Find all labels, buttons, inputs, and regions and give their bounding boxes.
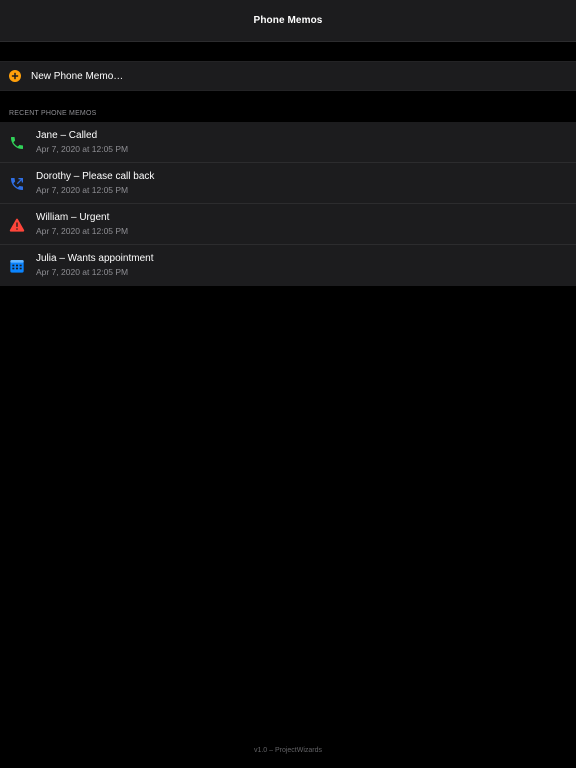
version-footer: v1.0 – ProjectWizards xyxy=(253,747,323,754)
memo-title: Julia – Wants appointment xyxy=(36,253,154,264)
memo-date: Apr 7, 2020 at 12:05 PM xyxy=(36,226,129,236)
memo-row-julia[interactable]: Julia – Wants appointment Apr 7, 2020 at… xyxy=(0,245,576,286)
recent-memos-list: Jane – Called Apr 7, 2020 at 12:05 PM Do… xyxy=(0,122,576,286)
memo-date: Apr 7, 2020 at 12:05 PM xyxy=(36,267,129,277)
plus-circle-icon xyxy=(9,70,21,82)
memo-row-jane[interactable]: Jane – Called Apr 7, 2020 at 12:05 PM xyxy=(0,122,576,163)
memo-row-dorothy[interactable]: Dorothy – Please call back Apr 7, 2020 a… xyxy=(0,163,576,204)
memo-title: Jane – Called xyxy=(36,130,98,141)
memo-date: Apr 7, 2020 at 12:05 PM xyxy=(36,144,129,154)
new-phone-memo-label: New Phone Memo… xyxy=(31,71,124,82)
memo-title: William – Urgent xyxy=(36,212,110,223)
new-phone-memo-button[interactable]: New Phone Memo… xyxy=(0,61,576,91)
memo-row-william[interactable]: William – Urgent Apr 7, 2020 at 12:05 PM xyxy=(0,204,576,245)
warning-icon xyxy=(9,218,25,232)
navigation-bar: Phone Memos xyxy=(0,0,576,42)
memo-date: Apr 7, 2020 at 12:05 PM xyxy=(36,185,129,195)
memo-title: Dorothy – Please call back xyxy=(36,171,155,182)
phone-icon xyxy=(11,137,23,149)
page-title: Phone Memos xyxy=(253,15,323,26)
phone-callback-icon xyxy=(11,178,23,190)
section-header-recent: RECENT PHONE MEMOS xyxy=(9,110,97,117)
calendar-icon xyxy=(10,260,24,273)
